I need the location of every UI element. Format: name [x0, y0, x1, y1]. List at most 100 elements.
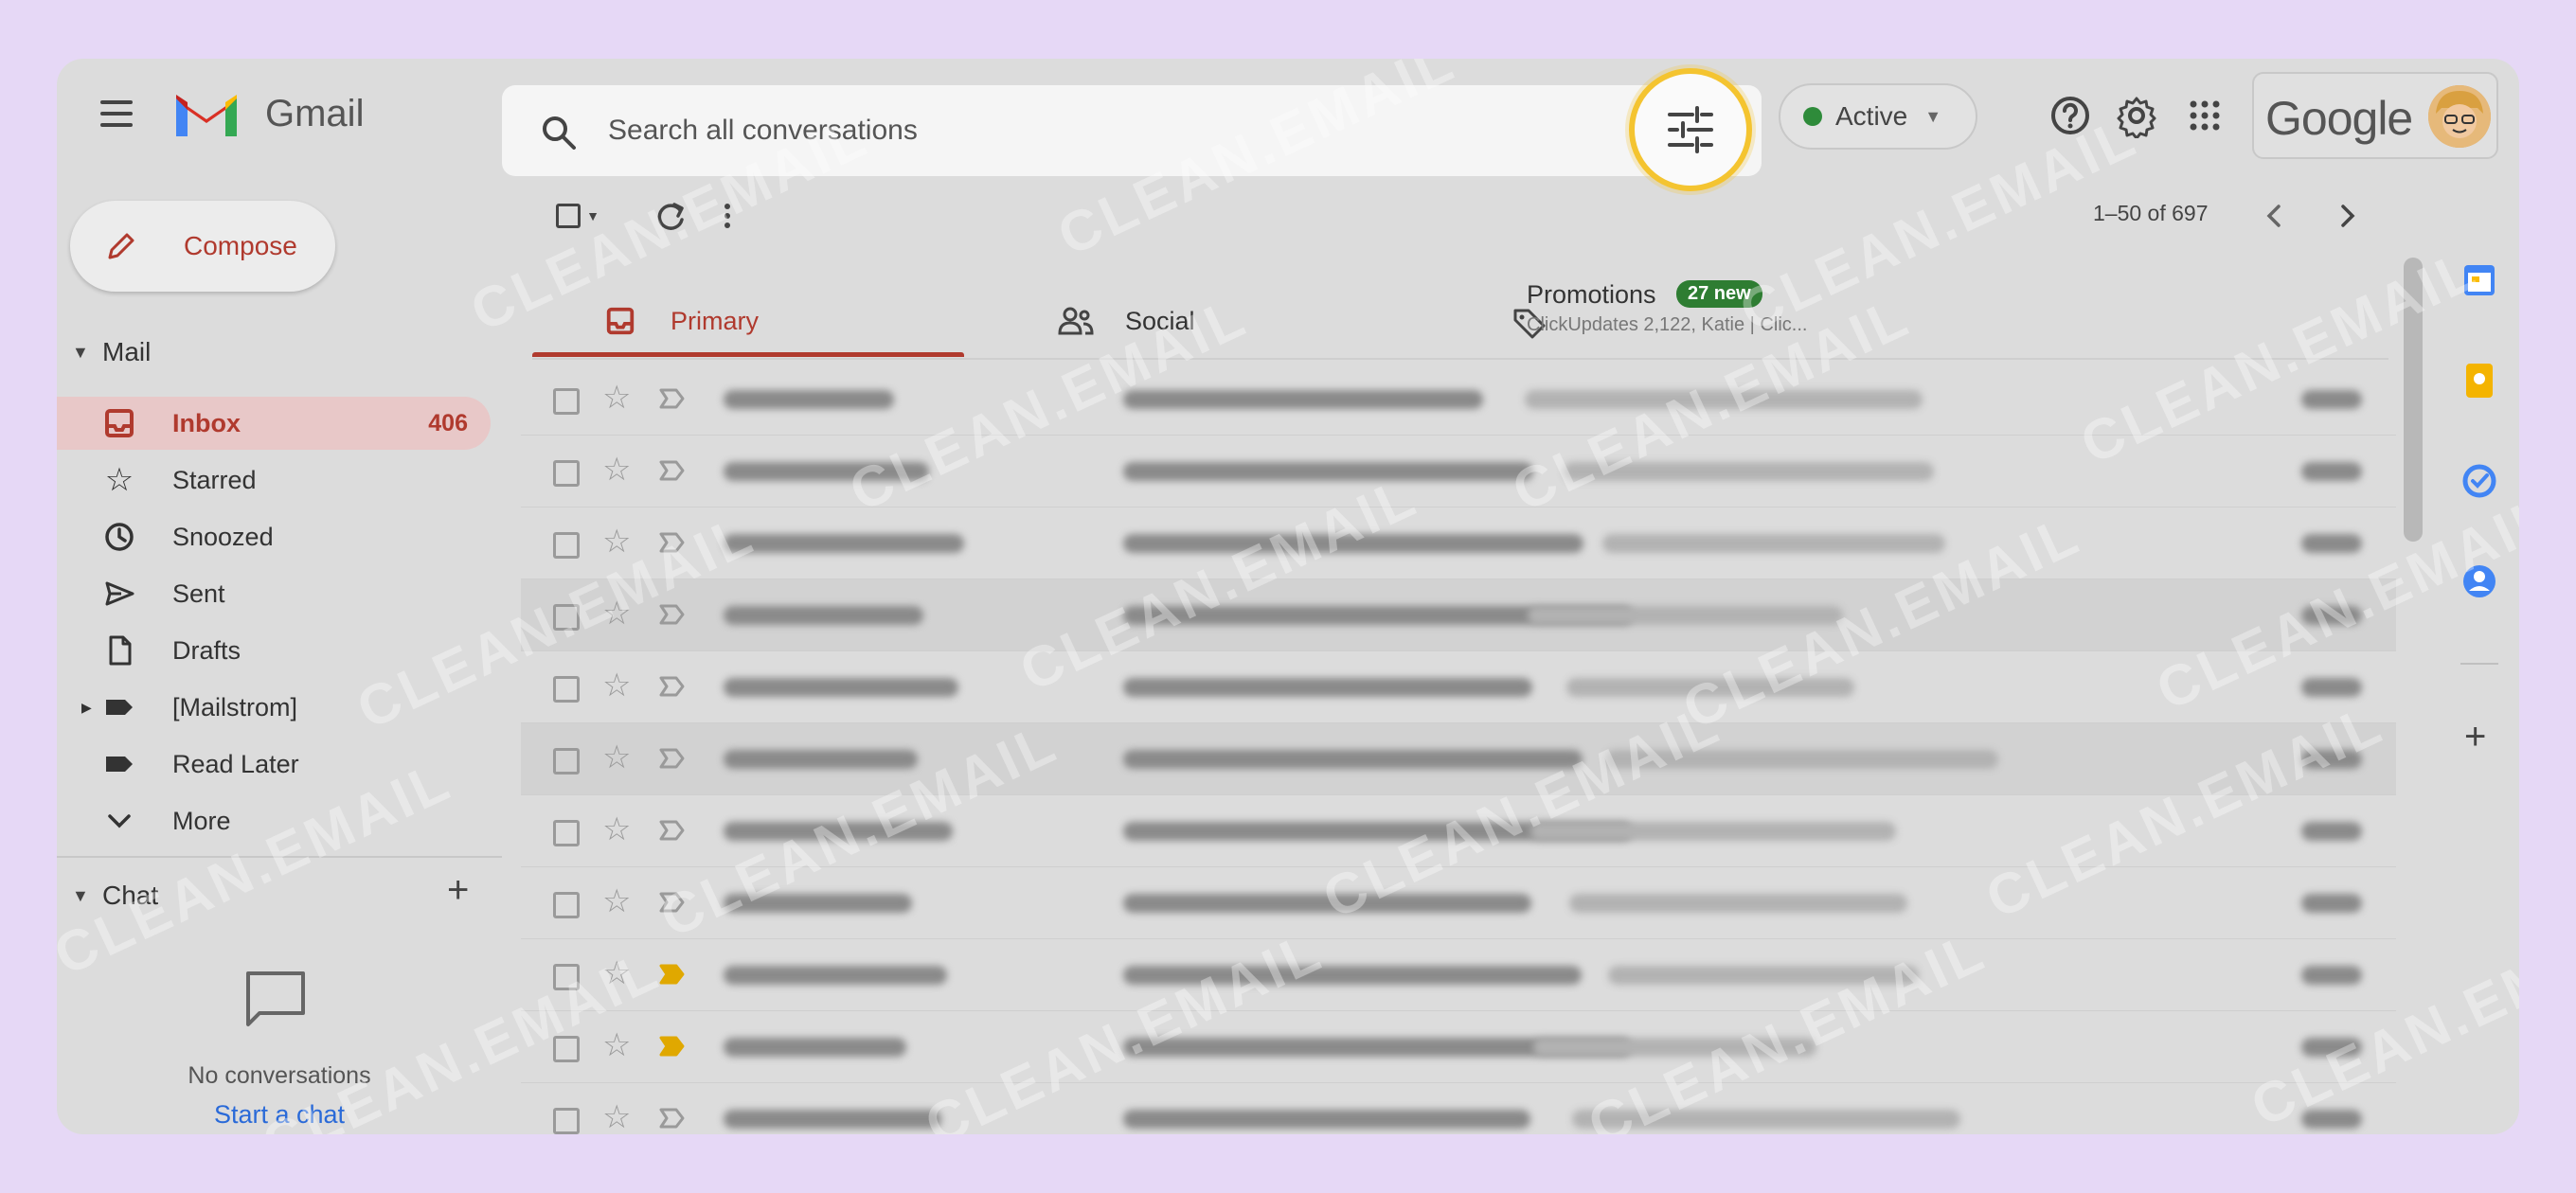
status-selector[interactable]: Active ▼ — [1779, 83, 1977, 150]
importance-marker-icon[interactable] — [657, 888, 686, 917]
sidebar-item-sent[interactable]: Sent — [57, 567, 492, 620]
email-row[interactable]: ☆ — [521, 364, 2396, 436]
email-row[interactable]: ☆ — [521, 1011, 2396, 1083]
mail-section-label[interactable]: Mail — [102, 337, 151, 367]
tab-social[interactable]: Social — [1004, 269, 1477, 358]
row-checkbox[interactable] — [553, 532, 580, 559]
subject-placeholder — [1123, 678, 1532, 697]
previous-page-icon[interactable] — [2256, 197, 2294, 235]
scrollbar[interactable] — [2404, 258, 2423, 542]
chat-section-label[interactable]: Chat — [102, 881, 158, 911]
row-checkbox[interactable] — [553, 604, 580, 631]
sidebar-item-read-later[interactable]: Read Later — [57, 738, 492, 791]
next-page-icon[interactable] — [2328, 197, 2366, 235]
search-bar[interactable] — [502, 85, 1762, 176]
row-checkbox[interactable] — [553, 892, 580, 918]
sidebar-item-snoozed[interactable]: Snoozed — [57, 510, 492, 563]
new-chat-plus-icon[interactable]: + — [447, 869, 469, 912]
star-icon[interactable]: ☆ — [602, 882, 631, 920]
expand-arrow-icon[interactable]: ▶ — [81, 700, 92, 716]
apps-grid-icon[interactable] — [2182, 93, 2227, 138]
star-icon[interactable]: ☆ — [602, 523, 631, 561]
star-icon[interactable]: ☆ — [602, 595, 631, 632]
tasks-icon[interactable] — [2457, 458, 2502, 504]
row-checkbox[interactable] — [553, 748, 580, 775]
row-checkbox[interactable] — [553, 460, 580, 487]
row-checkbox[interactable] — [553, 964, 580, 990]
star-icon[interactable]: ☆ — [602, 667, 631, 704]
label-icon — [106, 757, 133, 772]
email-row[interactable]: ☆ — [521, 867, 2396, 939]
compose-label: Compose — [184, 231, 297, 260]
google-wordmark: Google — [2265, 92, 2413, 145]
snippet-placeholder — [1564, 462, 1934, 481]
importance-marker-icon[interactable] — [657, 384, 686, 413]
search-icon[interactable] — [540, 114, 578, 151]
sidebar-item-inbox[interactable]: Inbox 406 — [57, 397, 491, 450]
importance-marker-icon[interactable] — [657, 816, 686, 845]
star-icon[interactable]: ☆ — [602, 451, 631, 489]
chat-section-caret-icon[interactable]: ▼ — [72, 886, 89, 906]
checkbox-icon — [556, 204, 581, 228]
importance-marker-icon[interactable] — [657, 744, 686, 773]
star-icon[interactable]: ☆ — [602, 1026, 631, 1064]
caret-down-icon: ▼ — [586, 208, 599, 223]
select-all-checkbox[interactable]: ▼ — [549, 197, 606, 235]
avatar[interactable] — [2428, 85, 2491, 148]
sidebar-item-mailstrom[interactable]: ▶ [Mailstrom] — [57, 681, 492, 734]
row-checkbox[interactable] — [553, 388, 580, 415]
row-checkbox[interactable] — [553, 820, 580, 846]
row-checkbox[interactable] — [553, 1108, 580, 1134]
compose-button[interactable]: Compose — [70, 201, 335, 292]
importance-marker-icon[interactable] — [657, 672, 686, 701]
email-row[interactable]: ☆ — [521, 436, 2396, 507]
importance-marker-icon[interactable] — [657, 960, 686, 988]
importance-marker-icon[interactable] — [657, 1104, 686, 1132]
keep-notes-icon[interactable] — [2457, 358, 2502, 403]
email-row[interactable]: ☆ — [521, 939, 2396, 1011]
tab-primary[interactable]: Primary — [532, 269, 964, 358]
search-input[interactable] — [608, 110, 1555, 151]
email-row[interactable]: ☆ — [521, 1083, 2396, 1134]
star-icon[interactable]: ☆ — [602, 1098, 631, 1134]
star-icon[interactable]: ☆ — [602, 954, 631, 992]
sidebar-item-more[interactable]: More — [57, 794, 492, 847]
row-checkbox[interactable] — [553, 676, 580, 703]
contacts-icon[interactable] — [2457, 559, 2502, 604]
help-icon[interactable] — [2048, 93, 2093, 138]
get-addons-plus-icon[interactable]: + — [2464, 716, 2486, 758]
sender-placeholder — [724, 390, 894, 409]
importance-marker-icon[interactable] — [657, 456, 686, 485]
search-options-button[interactable] — [1629, 68, 1752, 191]
more-vertical-icon[interactable] — [708, 197, 746, 235]
calendar-icon[interactable] — [2457, 258, 2502, 303]
sidebar-item-drafts[interactable]: Drafts — [57, 624, 492, 677]
importance-marker-icon[interactable] — [657, 1032, 686, 1060]
row-checkbox[interactable] — [553, 1036, 580, 1062]
importance-marker-icon[interactable] — [657, 528, 686, 557]
email-row[interactable]: ☆ — [521, 507, 2396, 579]
sender-placeholder — [724, 894, 912, 913]
refresh-icon[interactable] — [652, 197, 689, 235]
settings-gear-icon[interactable] — [2114, 93, 2159, 138]
date-placeholder — [2301, 822, 2362, 841]
sidebar-item-label: More — [172, 806, 231, 835]
email-row[interactable]: ☆ — [521, 651, 2396, 723]
importance-marker-icon[interactable] — [657, 600, 686, 629]
email-row[interactable]: ☆ — [521, 723, 2396, 795]
email-row[interactable]: ☆ — [521, 579, 2396, 651]
sidebar-item-starred[interactable]: ☆ Starred — [57, 454, 492, 507]
star-icon[interactable]: ☆ — [602, 739, 631, 776]
star-icon[interactable]: ☆ — [602, 379, 631, 417]
snippet-placeholder — [1533, 1038, 1816, 1057]
sidebar-item-label: Starred — [172, 465, 257, 494]
snippet-placeholder — [1605, 750, 1998, 769]
sender-placeholder — [724, 678, 958, 697]
start-chat-link[interactable]: Start a chat — [57, 1100, 502, 1130]
account-switcher[interactable]: Google — [2252, 72, 2498, 159]
star-icon[interactable]: ☆ — [602, 810, 631, 848]
main-menu-icon[interactable] — [100, 100, 133, 127]
mail-section-caret-icon[interactable]: ▼ — [72, 343, 89, 363]
tab-label: Social — [1125, 307, 1195, 335]
email-row[interactable]: ☆ — [521, 795, 2396, 867]
